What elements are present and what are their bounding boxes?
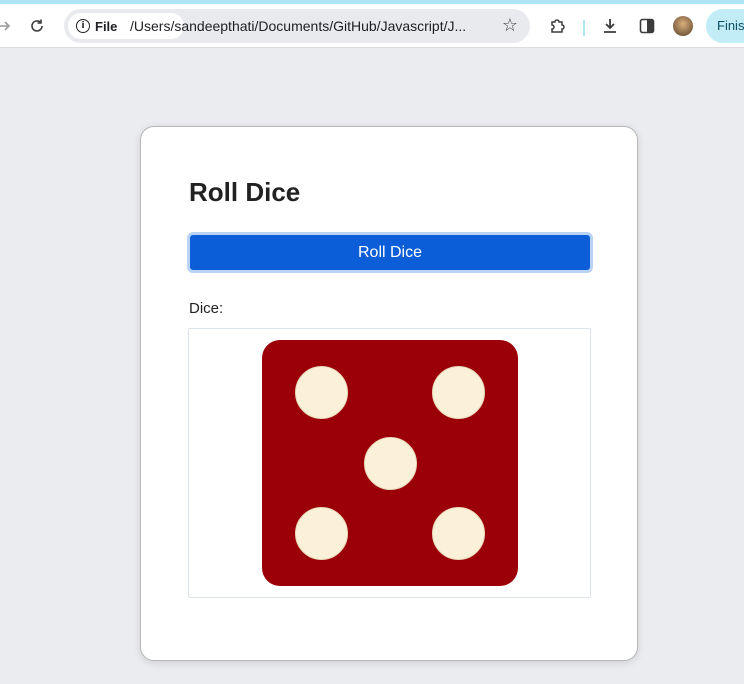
dice-card: Roll Dice Roll Dice Dice: <box>140 126 638 661</box>
site-info-label: File <box>95 18 118 34</box>
download-icon[interactable] <box>598 14 622 38</box>
dice-pip <box>295 507 348 560</box>
extensions-icon[interactable] <box>545 14 569 38</box>
url-text[interactable]: /Users/sandeepthati/Documents/GitHub/Jav… <box>130 18 490 34</box>
address-bar[interactable]: i File /Users/sandeepthati/Documents/Git… <box>64 9 530 43</box>
bookmark-star-icon[interactable]: ☆ <box>502 15 518 36</box>
dice-pip <box>432 507 485 560</box>
browser-toolbar: i File /Users/sandeepthati/Documents/Git… <box>0 4 744 48</box>
roll-dice-button[interactable]: Roll Dice <box>187 232 593 273</box>
dice-display-frame <box>188 328 591 598</box>
forward-arrow-icon[interactable] <box>0 14 16 38</box>
info-icon: i <box>76 19 90 33</box>
dice-pip <box>432 366 485 419</box>
dice-pip <box>295 366 348 419</box>
dice-face-image <box>262 340 518 586</box>
page-title: Roll Dice <box>189 177 301 207</box>
reload-icon[interactable] <box>25 14 49 38</box>
dice-pip <box>363 436 417 490</box>
dice-label: Dice: <box>189 300 224 317</box>
toolbar-divider <box>583 20 585 36</box>
side-panel-icon[interactable] <box>635 14 659 38</box>
profile-avatar[interactable] <box>673 16 693 36</box>
finish-setup-button[interactable]: Finis <box>706 9 744 43</box>
